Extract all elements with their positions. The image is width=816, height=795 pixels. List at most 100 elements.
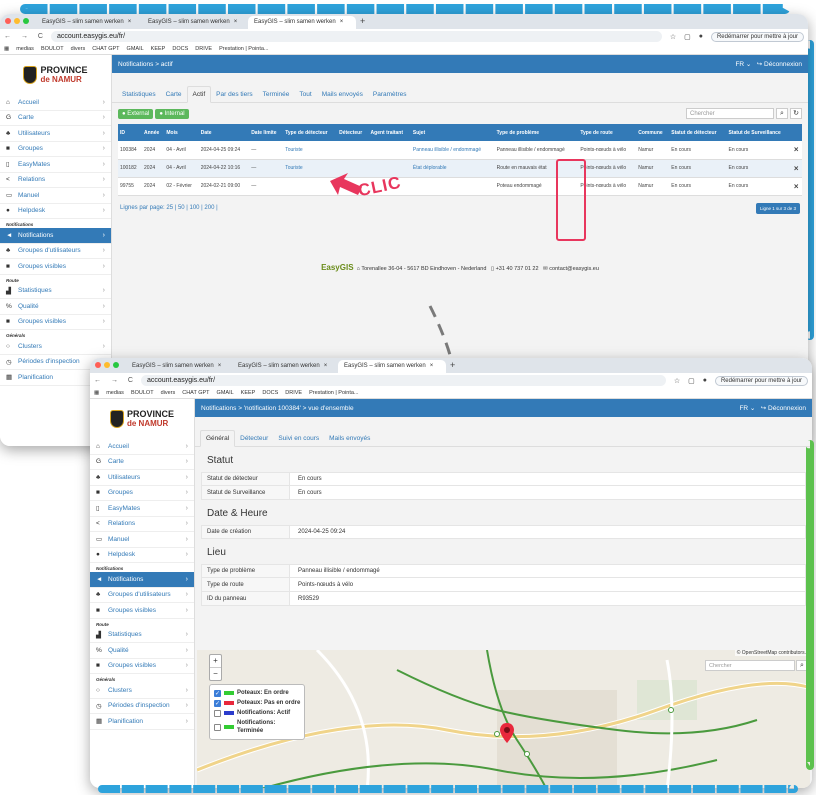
- col-date-limite[interactable]: Date limite: [249, 124, 284, 141]
- legend-item[interactable]: ✓ Poteaux: En ordre: [214, 688, 300, 698]
- bookmark-divers[interactable]: divers: [71, 46, 86, 52]
- sidebar-item-accueil[interactable]: ⌂ Accueil ›: [90, 439, 194, 455]
- profile-icon[interactable]: ●: [699, 33, 703, 40]
- tab-tout[interactable]: Tout: [294, 87, 316, 102]
- tab-detecteur[interactable]: Détecteur: [235, 431, 273, 446]
- sidebar-item-accueil[interactable]: ⌂ Accueil ›: [0, 95, 111, 111]
- bookmark-drive[interactable]: DRIVE: [285, 390, 302, 396]
- url-field[interactable]: account.easygis.eu/fr/: [50, 31, 662, 42]
- checkbox-unchecked[interactable]: [214, 709, 221, 717]
- checkbox-unchecked[interactable]: [214, 723, 221, 731]
- zoom-out-button[interactable]: −: [210, 667, 221, 680]
- map[interactable]: © OpenStreetMap contributors. + − Cherche…: [197, 650, 810, 788]
- minimize-dot[interactable]: [104, 362, 110, 368]
- profile-icon[interactable]: ●: [703, 377, 707, 384]
- legend-item[interactable]: Notifications: Terminée: [214, 718, 300, 736]
- tab-suivi[interactable]: Suivi en cours: [273, 431, 324, 446]
- sidebar-item-easymates[interactable]: ▯ EasyMates ›: [90, 501, 194, 517]
- sidebar-item-qualite[interactable]: % Qualité ›: [0, 299, 111, 315]
- col-id[interactable]: ID: [118, 124, 143, 141]
- sidebar-item-groupes[interactable]: ■ Groupes ›: [90, 486, 194, 501]
- close-icon[interactable]: ×: [218, 363, 222, 369]
- maximize-dot[interactable]: [113, 362, 119, 368]
- sidebar-item-easymates[interactable]: ▯ EasyMates ›: [0, 157, 111, 173]
- sidebar-item-planification[interactable]: ▦ Planification ›: [90, 714, 194, 730]
- sidebar-item-groupes-visibles-route[interactable]: ■ Groupes visibles ›: [90, 659, 194, 674]
- table-row[interactable]: 99755 2024 02 - Février 2024-02-21 09:00…: [118, 177, 802, 196]
- sidebar-item-notifications[interactable]: ◄ Notifications ›: [0, 228, 111, 244]
- zoom-in-button[interactable]: +: [210, 655, 221, 667]
- browser-tab-1[interactable]: EasyGIS – slim samen werken ×: [126, 360, 230, 373]
- browser-tab-2[interactable]: EasyGIS – slim samen werken ×: [232, 360, 336, 373]
- sidebar-item-relations[interactable]: < Relations ›: [90, 517, 194, 532]
- sidebar-item-carte[interactable]: G Carte ›: [0, 111, 111, 126]
- col-statut-detecteur[interactable]: Statut de détecteur: [669, 124, 727, 141]
- bookmark-keep[interactable]: KEEP: [241, 390, 256, 396]
- update-button[interactable]: Redémarrer pour mettre à jour: [714, 375, 808, 386]
- legend-item[interactable]: ✓ Poteaux: Pas en ordre: [214, 698, 300, 708]
- tab-general[interactable]: Général: [200, 430, 236, 447]
- sidebar-item-groupes-visibles[interactable]: ■ Groupes visibles ›: [0, 259, 111, 275]
- logout-link[interactable]: Déconnexion: [768, 405, 806, 412]
- language-select[interactable]: FR: [735, 61, 744, 68]
- bookmark-chatgpt[interactable]: CHAT GPT: [92, 46, 119, 52]
- bookmark-prestation[interactable]: Prestation | Pointa...: [309, 390, 358, 396]
- map-search-input[interactable]: Chercher: [705, 660, 795, 671]
- bookmark-chatgpt[interactable]: CHAT GPT: [182, 390, 209, 396]
- new-tab-icon[interactable]: +: [450, 360, 455, 370]
- sidebar-item-relations[interactable]: < Relations ›: [0, 173, 111, 188]
- bookmark-boulot[interactable]: BOULOT: [41, 46, 64, 52]
- apps-icon[interactable]: ▦: [94, 390, 99, 396]
- cell-detector-type[interactable]: Touriste: [283, 141, 338, 160]
- col-sujet[interactable]: Sujet: [410, 124, 495, 141]
- bookmark-drive[interactable]: DRIVE: [195, 46, 212, 52]
- logout-link[interactable]: Déconnexion: [764, 61, 802, 68]
- tab-par-des-tiers[interactable]: Par des tiers: [211, 87, 258, 102]
- bookmark-medias[interactable]: medias: [16, 46, 34, 52]
- apps-icon[interactable]: ▦: [4, 46, 9, 52]
- minimize-dot[interactable]: [14, 18, 20, 24]
- tab-statistiques[interactable]: Statistiques: [117, 87, 161, 102]
- star-icon[interactable]: ☆: [674, 377, 680, 385]
- sidebar-item-helpdesk[interactable]: ● Helpdesk ›: [0, 204, 111, 219]
- browser-tab-1[interactable]: EasyGIS – slim samen werken ×: [36, 16, 140, 29]
- map-marker-icon[interactable]: [499, 722, 515, 744]
- bookmark-docs[interactable]: DOCS: [262, 390, 278, 396]
- sidebar-item-statistiques[interactable]: ▟ Statistiques ›: [0, 284, 111, 299]
- close-icon[interactable]: ×: [234, 19, 238, 25]
- checkbox-checked[interactable]: ✓: [214, 699, 221, 707]
- col-type-probleme[interactable]: Type de problème: [494, 124, 579, 141]
- tab-mails-envoyes[interactable]: Mails envoyés: [317, 87, 368, 102]
- update-button[interactable]: Redémarrer pour mettre à jour: [710, 31, 804, 42]
- col-commune[interactable]: Commune: [636, 124, 670, 141]
- nav-arrows-icon[interactable]: ← → C: [94, 377, 137, 384]
- search-icon[interactable]: ⌕: [776, 108, 788, 119]
- language-select[interactable]: FR: [739, 405, 748, 412]
- new-tab-icon[interactable]: +: [360, 16, 365, 26]
- nav-arrows-icon[interactable]: ← → C: [4, 33, 47, 40]
- internal-button[interactable]: ● Internal: [155, 108, 189, 119]
- pager-options[interactable]: 25 | 50 | 100 | 200 |: [166, 205, 217, 211]
- table-row[interactable]: 100384 2024 04 - Avril 2024-04-25 09:24 …: [118, 141, 802, 160]
- delete-icon[interactable]: ×: [791, 177, 802, 196]
- sidebar-item-notifications[interactable]: ◄ Notifications ›: [90, 572, 194, 588]
- checkbox-checked[interactable]: ✓: [214, 689, 221, 697]
- refresh-icon[interactable]: ↻: [790, 108, 802, 119]
- tab-carte[interactable]: Carte: [161, 87, 187, 102]
- close-icon[interactable]: ×: [324, 363, 328, 369]
- sidebar-item-utilisateurs[interactable]: ♣ Utilisateurs ›: [90, 470, 194, 486]
- sidebar-item-helpdesk[interactable]: ● Helpdesk ›: [90, 548, 194, 563]
- delete-icon[interactable]: ×: [791, 141, 802, 160]
- extensions-icon[interactable]: ▢: [684, 33, 691, 41]
- bookmark-gmail[interactable]: GMAIL: [217, 390, 234, 396]
- browser-tab-3[interactable]: EasyGIS – slim samen werken ×: [248, 16, 356, 29]
- browser-tab-3[interactable]: EasyGIS – slim samen werken ×: [338, 360, 446, 373]
- sidebar-item-groupes-visibles-route[interactable]: ■ Groupes visibles ›: [0, 315, 111, 330]
- sidebar-item-periodes[interactable]: ◷ Périodes d'inspection ›: [90, 699, 194, 714]
- close-icon[interactable]: ×: [128, 19, 132, 25]
- col-annee[interactable]: Année: [142, 124, 165, 141]
- search-input[interactable]: Chercher: [686, 108, 774, 119]
- footer-email[interactable]: contact@easygis.eu: [549, 266, 599, 272]
- map-attribution[interactable]: © OpenStreetMap contributors.: [734, 650, 808, 656]
- bookmark-gmail[interactable]: GMAIL: [127, 46, 144, 52]
